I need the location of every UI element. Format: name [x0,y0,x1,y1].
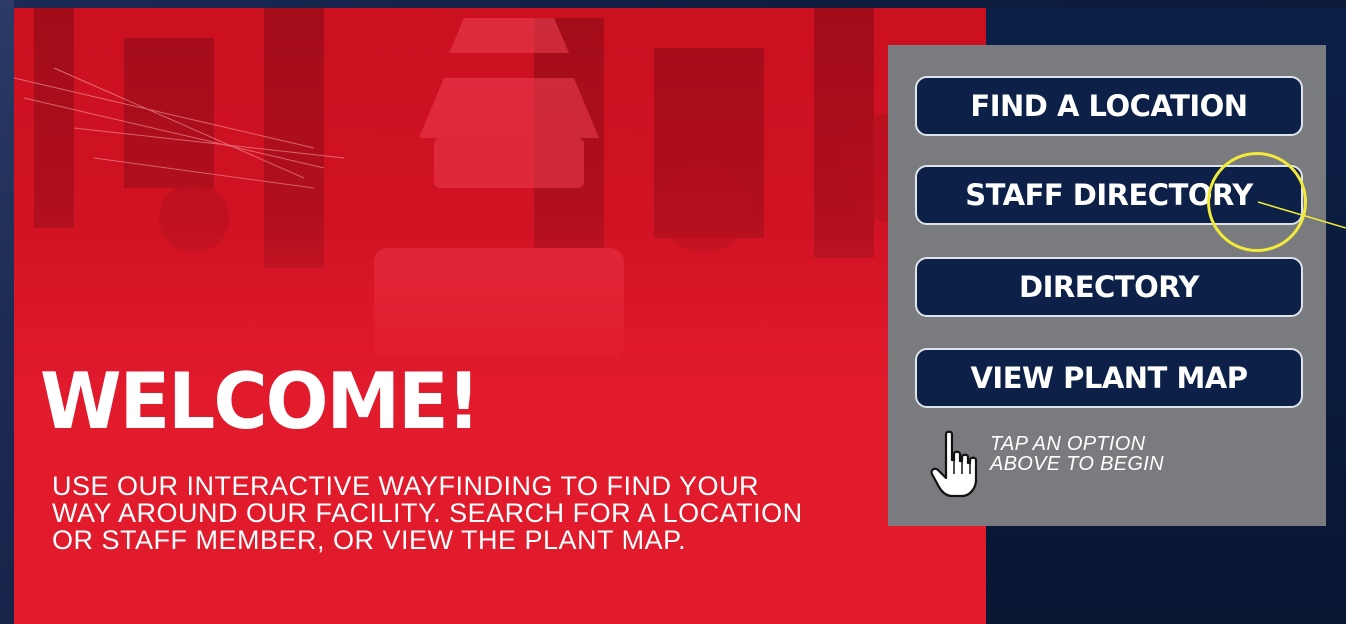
welcome-hero: WELCOME! USE OUR INTERACTIVE WAYFINDING … [14,8,986,624]
highlight-circle [1207,152,1307,252]
options-panel: FIND A LOCATION STAFF DIRECTORY DIRECTOR… [888,45,1326,526]
tap-hint: TAP AN OPTION ABOVE TO BEGIN [928,430,1288,500]
kiosk-screen: WELCOME! USE OUR INTERACTIVE WAYFINDING … [0,0,1346,624]
view-plant-map-button[interactable]: VIEW PLANT MAP [915,348,1303,408]
left-edge-strip [0,0,14,624]
hint-line-2: ABOVE TO BEGIN [990,453,1164,475]
find-location-button[interactable]: FIND A LOCATION [915,76,1303,136]
welcome-title: WELCOME! [40,356,480,447]
hint-line-1: TAP AN OPTION [990,433,1146,455]
hint-text: TAP AN OPTION ABOVE TO BEGIN [990,434,1164,474]
directory-button[interactable]: DIRECTORY [915,257,1303,317]
pointing-hand-icon [930,430,978,498]
welcome-description: USE OUR INTERACTIVE WAYFINDING TO FIND Y… [52,471,803,555]
